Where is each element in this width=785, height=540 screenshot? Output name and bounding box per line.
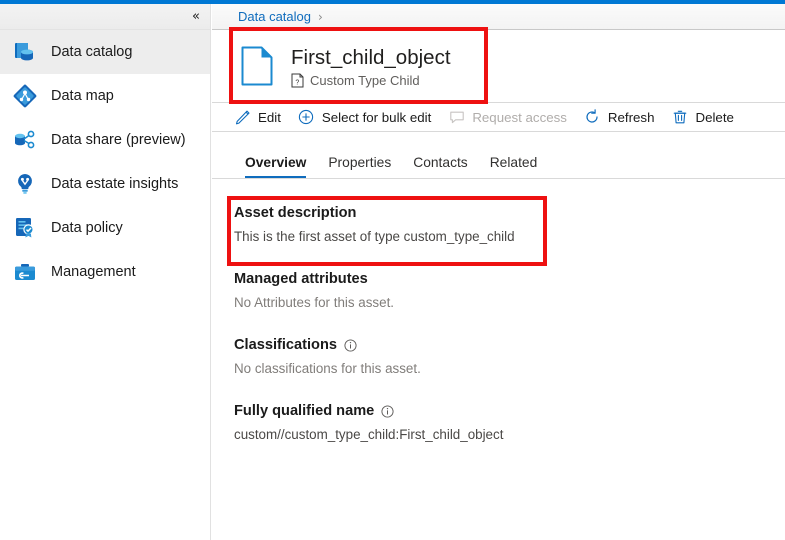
- select-for-bulk-edit-label: Select for bulk edit: [322, 110, 431, 125]
- collapse-sidebar-icon[interactable]: «: [192, 10, 199, 23]
- sidebar-item-data-policy[interactable]: Data policy: [0, 206, 210, 250]
- edit-button[interactable]: Edit: [234, 103, 281, 131]
- tab-properties[interactable]: Properties: [317, 156, 402, 178]
- select-for-bulk-edit-button[interactable]: Select for bulk edit: [298, 103, 431, 131]
- asset-type-row: ? Custom Type Child: [291, 73, 451, 88]
- fully-qualified-name-value: custom//custom_type_child:First_child_ob…: [234, 427, 785, 442]
- managed-attributes-heading-label: Managed attributes: [234, 271, 368, 287]
- document-icon: [239, 45, 275, 87]
- sidebar-nav: Data catalog Data map: [0, 30, 210, 294]
- circle-plus-icon: [298, 109, 315, 126]
- data-policy-icon: [8, 211, 42, 245]
- managed-attributes-value: No Attributes for this asset.: [234, 295, 785, 310]
- asset-description-section: Asset description This is the first asse…: [234, 205, 785, 244]
- management-icon: [8, 255, 42, 289]
- refresh-icon: [584, 109, 601, 126]
- edit-label: Edit: [258, 110, 281, 125]
- breadcrumb-separator-icon: ›: [318, 10, 323, 24]
- classifications-section: Classifications No classifications for t…: [234, 337, 785, 376]
- sidebar-item-label: Data catalog: [51, 44, 132, 60]
- trash-icon: [671, 109, 688, 126]
- main-content: Data catalog › First_child_object ?: [212, 4, 785, 540]
- asset-header: First_child_object ? Custom Type Child: [212, 30, 785, 103]
- asset-header-text: First_child_object ? Custom Type Child: [291, 45, 451, 88]
- sidebar-item-data-catalog[interactable]: Data catalog: [0, 30, 210, 74]
- tab-contacts[interactable]: Contacts: [402, 156, 478, 178]
- fully-qualified-name-section: Fully qualified name custom//custom_type…: [234, 403, 785, 442]
- delete-button[interactable]: Delete: [671, 103, 733, 131]
- fully-qualified-name-heading: Fully qualified name: [234, 403, 785, 419]
- sidebar-item-data-share[interactable]: Data share (preview): [0, 118, 210, 162]
- comment-icon: [448, 109, 465, 126]
- sidebar-item-management[interactable]: Management: [0, 250, 210, 294]
- sidebar-item-label: Data policy: [51, 220, 123, 236]
- tab-related[interactable]: Related: [479, 156, 549, 178]
- pencil-icon: [234, 109, 251, 126]
- request-access-button: Request access: [448, 103, 567, 131]
- breadcrumb-item-data-catalog[interactable]: Data catalog: [238, 9, 311, 24]
- tab-bar: Overview Properties Contacts Related: [212, 132, 785, 179]
- page-title: First_child_object: [291, 45, 451, 70]
- overview-panel: Asset description This is the first asse…: [212, 179, 785, 442]
- sidebar-header: «: [0, 4, 210, 30]
- sidebar: « Data catalog: [0, 4, 211, 540]
- data-catalog-icon: [8, 35, 42, 69]
- request-access-label: Request access: [472, 110, 567, 125]
- asset-description-heading: Asset description: [234, 205, 785, 221]
- tab-label: Related: [490, 155, 538, 170]
- asset-type-label: Custom Type Child: [310, 73, 420, 88]
- tab-label: Contacts: [413, 155, 467, 170]
- tab-label: Overview: [245, 155, 306, 170]
- custom-type-icon: ?: [291, 73, 304, 88]
- refresh-button[interactable]: Refresh: [584, 103, 655, 131]
- managed-attributes-section: Managed attributes No Attributes for thi…: [234, 271, 785, 310]
- classifications-info-icon[interactable]: [344, 339, 357, 352]
- app-root: « Data catalog: [0, 0, 785, 540]
- breadcrumb: Data catalog ›: [212, 4, 785, 30]
- sidebar-item-label: Data share (preview): [51, 132, 186, 148]
- fully-qualified-name-heading-label: Fully qualified name: [234, 403, 374, 419]
- svg-text:?: ?: [295, 79, 299, 86]
- sidebar-item-label: Data map: [51, 88, 114, 104]
- fully-qualified-name-info-icon[interactable]: [381, 405, 394, 418]
- sidebar-item-data-map[interactable]: Data map: [0, 74, 210, 118]
- asset-description-value: This is the first asset of type custom_t…: [234, 229, 785, 244]
- delete-label: Delete: [695, 110, 733, 125]
- sidebar-item-data-estate-insights[interactable]: Data estate insights: [0, 162, 210, 206]
- data-map-icon: [8, 79, 42, 113]
- tab-label: Properties: [328, 155, 391, 170]
- classifications-value: No classifications for this asset.: [234, 361, 785, 376]
- sidebar-item-label: Management: [51, 264, 136, 280]
- command-bar: Edit Select for bulk edit Request a: [212, 103, 785, 132]
- data-estate-insights-icon: [8, 167, 42, 201]
- managed-attributes-heading: Managed attributes: [234, 271, 785, 287]
- classifications-heading: Classifications: [234, 337, 785, 353]
- tab-overview[interactable]: Overview: [234, 156, 317, 178]
- classifications-heading-label: Classifications: [234, 337, 337, 353]
- sidebar-item-label: Data estate insights: [51, 176, 178, 192]
- refresh-label: Refresh: [608, 110, 655, 125]
- data-share-icon: [8, 123, 42, 157]
- asset-description-heading-label: Asset description: [234, 205, 356, 221]
